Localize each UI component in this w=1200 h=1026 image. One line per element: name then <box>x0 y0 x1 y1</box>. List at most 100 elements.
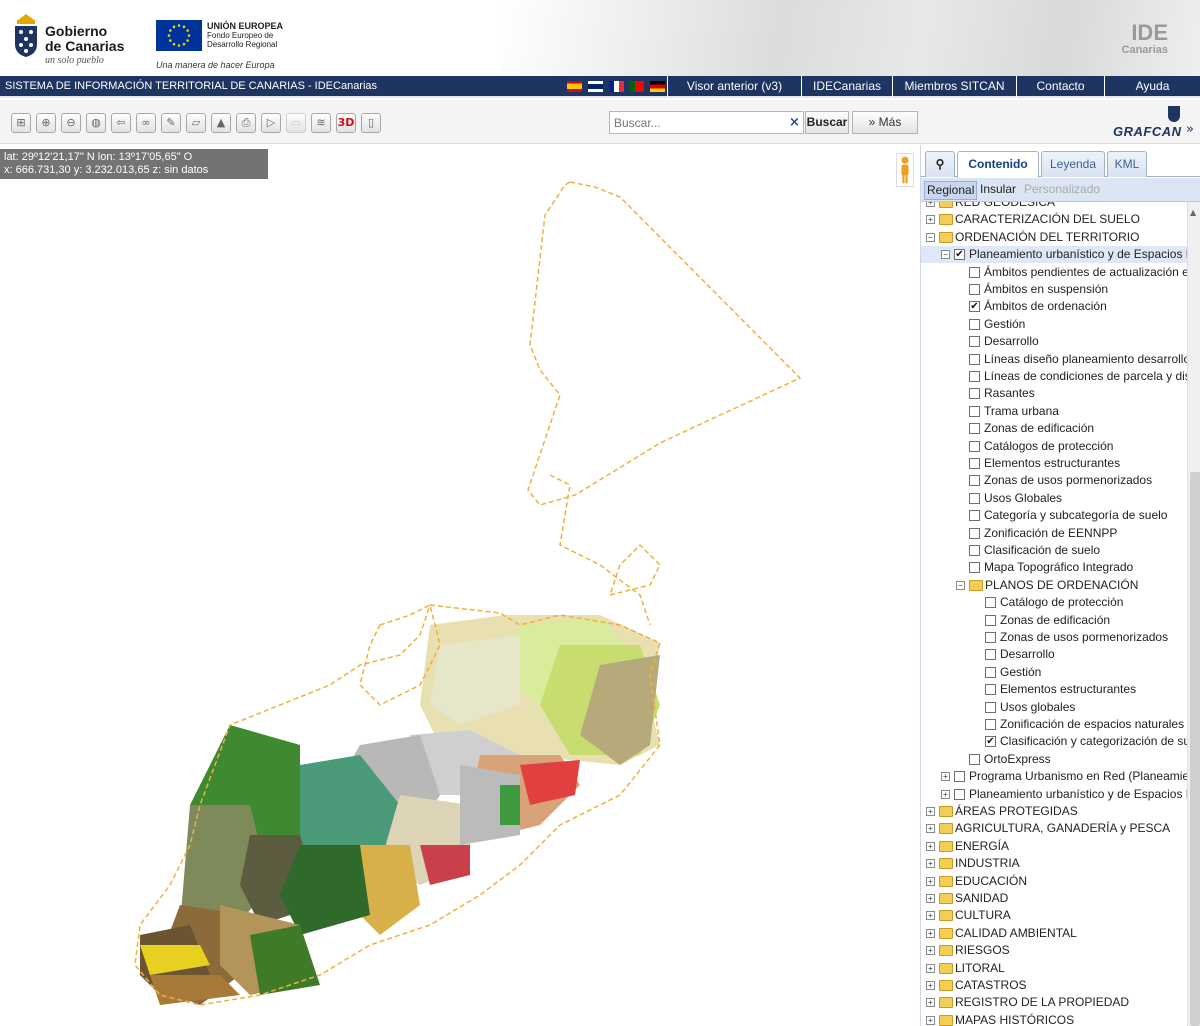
tree-layer[interactable]: Desarrollo <box>921 333 1187 350</box>
layer-checkbox[interactable] <box>969 266 980 278</box>
tree-layer[interactable]: Rasantes <box>921 385 1187 402</box>
eu-flag-icon[interactable] <box>156 20 202 51</box>
tree-layer[interactable]: Zonificación de EENNPP <box>921 525 1187 542</box>
tree-layer[interactable]: Usos Globales <box>921 490 1187 507</box>
print-icon[interactable]: ⎙ <box>236 113 256 133</box>
tree-folder[interactable]: + CULTURA <box>921 907 1187 924</box>
tree-folder[interactable]: + SANIDAD <box>921 890 1187 907</box>
tree-scrollbar[interactable]: ▲ <box>1187 202 1200 1026</box>
flag-pt-icon[interactable] <box>629 81 645 92</box>
layer-checkbox[interactable] <box>969 492 980 504</box>
layer-checkbox[interactable] <box>985 597 996 609</box>
tab-search[interactable]: ⚲ <box>925 151 955 177</box>
tree-layer[interactable]: Usos globales <box>921 699 1187 716</box>
layer-checkbox[interactable] <box>969 353 980 365</box>
layer-checkbox[interactable] <box>969 510 980 522</box>
expand-icon[interactable]: + <box>926 876 935 886</box>
subtab-insular[interactable]: Insular <box>978 181 1018 200</box>
profile-icon[interactable]: ▲ <box>211 113 231 133</box>
layer-checkbox[interactable] <box>969 753 980 765</box>
layer-checkbox[interactable]: ✔ <box>985 736 996 748</box>
tree-folder[interactable]: + AGRICULTURA, GANADERÍA y PESCA <box>921 820 1187 837</box>
tree-folder[interactable]: + EDUCACIÓN <box>921 873 1187 890</box>
subtab-personalizado[interactable]: Personalizado <box>1022 181 1102 200</box>
layer-checkbox[interactable] <box>985 719 996 730</box>
search-input[interactable] <box>609 111 787 134</box>
tree-layer[interactable]: Catálogos de protección <box>921 438 1187 455</box>
tree-folder[interactable]: + ÁREAS PROTEGIDAS <box>921 803 1187 820</box>
tree-folder[interactable]: + CALIDAD AMBIENTAL <box>921 925 1187 942</box>
tree-folder[interactable]: + MAPAS HISTÓRICOS <box>921 1012 1187 1026</box>
tree-folder[interactable]: − PLANOS DE ORDENACIÓN <box>921 577 1187 594</box>
layer-checkbox[interactable] <box>985 666 996 678</box>
search-clear-button[interactable]: × <box>786 111 804 134</box>
layer-checkbox[interactable] <box>969 336 980 348</box>
expand-icon[interactable]: + <box>926 824 935 834</box>
3d-icon[interactable]: 3D <box>336 113 356 133</box>
flag-de-icon[interactable] <box>650 81 666 92</box>
tree-folder[interactable]: − ORDENACIÓN DEL TERRITORIO <box>921 229 1187 246</box>
tree-layer[interactable]: Zonas de edificación <box>921 612 1187 629</box>
layer-checkbox[interactable] <box>969 371 980 382</box>
lanzarote-map[interactable] <box>0 145 920 1026</box>
layer-checkbox[interactable]: ✔ <box>969 301 980 313</box>
tree-folder[interactable]: + RIESGOS <box>921 942 1187 959</box>
layer-checkbox[interactable] <box>985 701 996 713</box>
zoom-out-icon[interactable]: ⊖ <box>61 113 81 133</box>
layer-checkbox[interactable]: ✔ <box>954 249 965 261</box>
layer-checkbox[interactable] <box>969 440 980 452</box>
expand-icon[interactable]: + <box>926 963 935 973</box>
search-button[interactable]: Buscar <box>805 111 849 134</box>
layer-checkbox[interactable] <box>969 388 980 400</box>
expand-icon[interactable]: + <box>926 202 935 207</box>
tree-layer[interactable]: Desarrollo <box>921 646 1187 663</box>
nav-link-miembros-sitcan[interactable]: Miembros SITCAN <box>892 76 1016 98</box>
grafcan-logo[interactable]: GRAFCAN » <box>1110 104 1196 142</box>
expand-icon[interactable]: + <box>926 841 935 851</box>
expand-icon[interactable]: + <box>926 946 935 956</box>
tree-layer[interactable]: Gestión <box>921 664 1187 681</box>
panel-toggle-icon[interactable]: ▯ <box>361 113 381 133</box>
back-icon[interactable]: ⇦ <box>111 113 131 133</box>
tree-folder[interactable]: + INDUSTRIA <box>921 855 1187 872</box>
tree-layer[interactable]: Líneas de condiciones de parcela y dis <box>921 368 1187 385</box>
tree-folder[interactable]: + CARACTERIZACIÓN DEL SUELO <box>921 211 1187 228</box>
layer-checkbox[interactable] <box>969 423 980 435</box>
tree-layer[interactable]: Ámbitos en suspensión <box>921 281 1187 298</box>
tree-folder[interactable]: + RED GEODÉSICA <box>921 202 1187 211</box>
collapse-icon[interactable]: − <box>956 580 965 590</box>
tree-layer[interactable]: Zonas de edificación <box>921 420 1187 437</box>
layer-checkbox[interactable] <box>954 771 965 783</box>
layer-checkbox[interactable] <box>969 405 980 417</box>
expand-icon[interactable]: + <box>941 772 950 782</box>
tab-contenido[interactable]: Contenido <box>957 151 1039 178</box>
zoom-box-icon[interactable]: ⊞ <box>11 113 31 133</box>
collapse-icon[interactable]: − <box>926 232 935 242</box>
tab-kml[interactable]: KML <box>1107 151 1147 177</box>
expand-icon[interactable]: + <box>926 981 935 990</box>
tree-layer[interactable]: Zonas de usos pormenorizados <box>921 629 1187 646</box>
tree-layer[interactable]: OrtoExpress <box>921 751 1187 768</box>
layer-checkbox[interactable] <box>969 458 980 469</box>
expand-icon[interactable]: + <box>926 928 935 938</box>
layer-checkbox[interactable] <box>985 649 996 661</box>
tab-leyenda[interactable]: Leyenda <box>1041 151 1105 177</box>
expand-icon[interactable]: + <box>926 998 935 1008</box>
flag-en-icon[interactable] <box>587 81 603 92</box>
scroll-up-icon[interactable]: ▲ <box>1190 208 1196 217</box>
pegman-icon[interactable] <box>896 153 914 187</box>
layer-checkbox[interactable] <box>985 684 996 696</box>
subtab-regional[interactable]: Regional <box>924 181 978 200</box>
ide-canarias-logo[interactable]: IDE Canarias <box>1100 20 1180 68</box>
tree-layer[interactable]: Zonas de usos pormenorizados <box>921 472 1187 489</box>
tree-folder[interactable]: + LITORAL <box>921 960 1187 977</box>
tree-layer[interactable]: Elementos estructurantes <box>921 681 1187 698</box>
tree-layer[interactable]: Trama urbana <box>921 403 1187 420</box>
tree-layer[interactable]: Elementos estructurantes <box>921 455 1187 472</box>
expand-icon[interactable]: + <box>926 894 935 903</box>
scroll-thumb[interactable] <box>1190 472 1200 1026</box>
layer-checkbox[interactable] <box>969 318 980 330</box>
tree-layer[interactable]: Gestión <box>921 316 1187 333</box>
nav-link-contacto[interactable]: Contacto <box>1016 76 1104 98</box>
lidar-icon[interactable]: ▭ <box>286 113 306 133</box>
